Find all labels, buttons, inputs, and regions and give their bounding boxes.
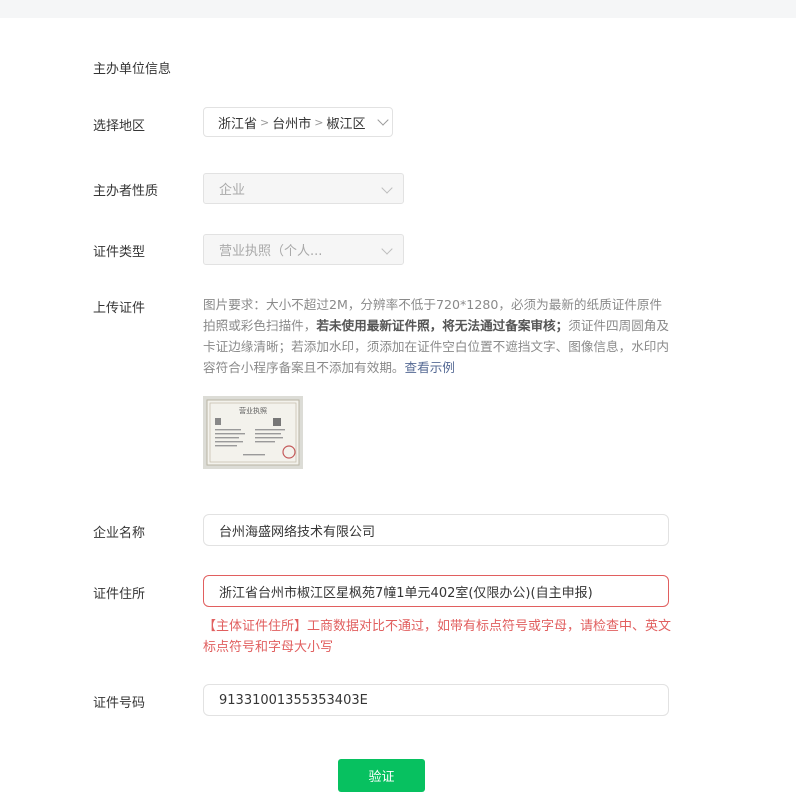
- certificate-type-value: 营业执照（个人...: [219, 244, 323, 259]
- verify-button[interactable]: 验证: [338, 759, 425, 792]
- certificate-type-select[interactable]: 营业执照（个人...: [203, 234, 404, 265]
- cert-number-field[interactable]: 91331001355353403E: [203, 684, 669, 716]
- cert-address-field[interactable]: 浙江省台州市椒江区星枫苑7幢1单元402室(仅限办公)(自主申报): [203, 575, 669, 607]
- district-value: 椒江区: [326, 116, 366, 132]
- uploaded-certificate-thumbnail[interactable]: 营业执照: [203, 396, 303, 469]
- license-image: 营业执照: [203, 396, 303, 469]
- top-bar: [0, 0, 796, 18]
- region-label: 选择地区: [93, 119, 146, 134]
- section-title: 主办单位信息: [93, 62, 172, 77]
- chevron-down-icon: [381, 182, 393, 194]
- chevron-right-icon: >: [314, 115, 324, 129]
- cert-address-error: 【主体证件住所】工商数据对比不通过，如带有标点符号或字母，请检查中、英文标点符号…: [203, 619, 672, 655]
- organizer-type-value: 企业: [219, 183, 246, 198]
- view-example-link[interactable]: 查看示例: [405, 360, 455, 375]
- cert-number-label: 证件号码: [93, 696, 146, 711]
- company-name-field[interactable]: 台州海盛网络技术有限公司: [203, 514, 669, 546]
- upload-desc-warning: 若未使用最新证件照，将无法通过备案审核；: [316, 318, 569, 333]
- thumbnail-heading: 营业执照: [239, 406, 267, 415]
- city-value: 台州市: [272, 116, 312, 132]
- organizer-type-select[interactable]: 企业: [203, 173, 404, 204]
- chevron-down-icon: [381, 243, 393, 255]
- chevron-right-icon: >: [260, 115, 270, 129]
- chevron-down-icon: [377, 114, 390, 126]
- organizer-type-label: 主办者性质: [93, 184, 159, 199]
- company-name-label: 企业名称: [93, 526, 146, 541]
- upload-requirements: 图片要求：大小不超过2M，分辨率不低于720*1280，必须为最新的纸质证件原件…: [203, 294, 673, 378]
- certificate-type-label: 证件类型: [93, 245, 146, 260]
- upload-label: 上传证件: [93, 301, 146, 316]
- province-value: 浙江省: [218, 116, 258, 132]
- region-picker[interactable]: 浙江省 > 台州市 > 椒江区: [203, 107, 393, 137]
- cert-address-label: 证件住所: [93, 587, 146, 602]
